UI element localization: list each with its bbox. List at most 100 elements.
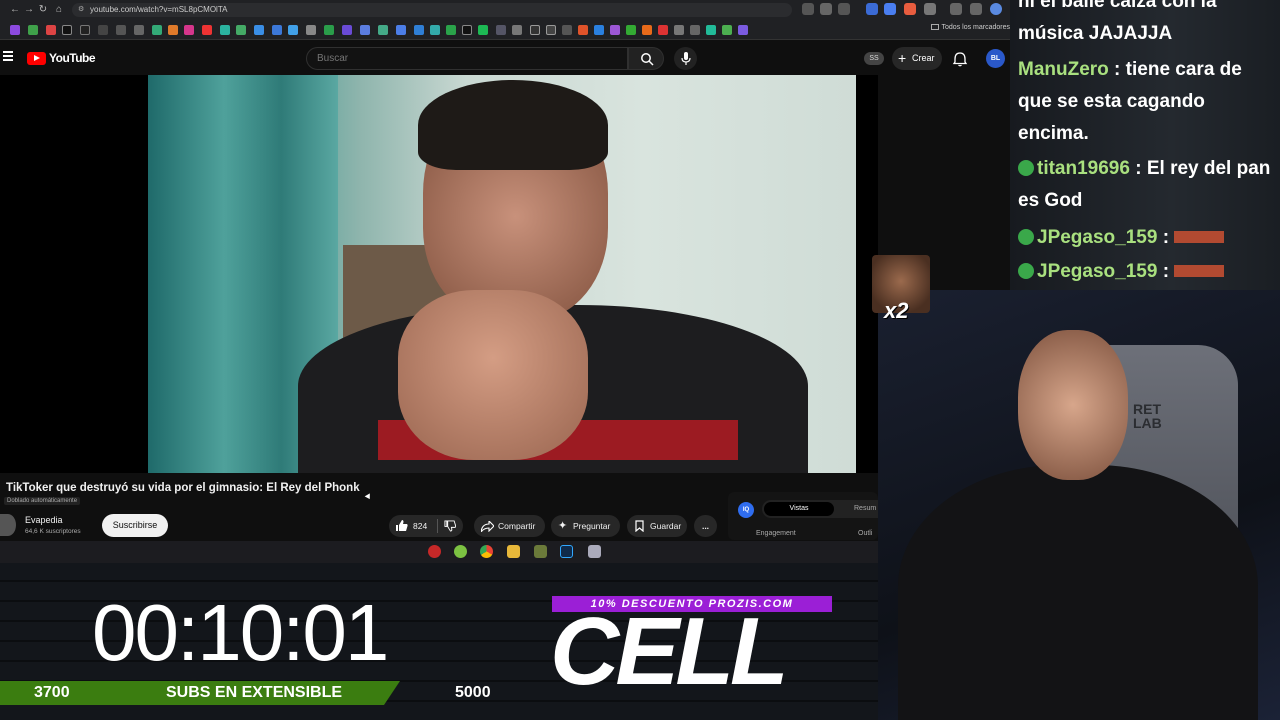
bookmark-icon[interactable]: [462, 25, 472, 35]
goal-label: SUBS EN EXTENSIBLE: [166, 684, 343, 701]
bookmark-icon[interactable]: [706, 25, 716, 35]
video-frame[interactable]: [148, 75, 856, 473]
tab-vistas[interactable]: Vistas: [764, 502, 834, 516]
bookmark-icon[interactable]: [220, 25, 230, 35]
hamburger-menu-icon[interactable]: [3, 51, 13, 61]
bookmark-icon[interactable]: [360, 25, 370, 35]
panel-logo[interactable]: IQ: [738, 502, 754, 518]
more-actions-button[interactable]: ...: [694, 515, 717, 537]
bookmark-icon[interactable]: [658, 25, 668, 35]
bookmark-icon[interactable]: [272, 25, 282, 35]
ask-button[interactable]: ✦ Preguntar: [551, 515, 620, 537]
bookmark-icon[interactable]: [378, 25, 388, 35]
thumbs-down-icon[interactable]: [444, 520, 456, 532]
notifications-bell-icon[interactable]: [952, 51, 968, 67]
user-avatar[interactable]: BL: [986, 49, 1005, 68]
back-icon[interactable]: ←: [8, 3, 22, 17]
app-icon[interactable]: [454, 545, 467, 558]
bookmark-icon[interactable]: [396, 25, 406, 35]
home-icon[interactable]: ⌂: [52, 3, 66, 17]
obs-icon[interactable]: [428, 545, 441, 558]
minecraft-icon[interactable]: [534, 545, 547, 558]
chat-emote: [1174, 265, 1225, 277]
bookmark-icon[interactable]: [134, 25, 144, 35]
share-button[interactable]: Compartir: [474, 515, 545, 537]
bookmark-icon[interactable]: [10, 25, 20, 35]
extension-icon[interactable]: [904, 3, 916, 15]
url-bar[interactable]: ⚙ youtube.com/watch?v=mSL8pCMOlTA: [72, 3, 792, 17]
youtube-logo[interactable]: YouTube: [27, 51, 96, 65]
search-input[interactable]: [306, 47, 628, 70]
extension-icon[interactable]: [884, 3, 896, 15]
bookmark-icon[interactable]: [512, 25, 522, 35]
bookmark-icon[interactable]: [430, 25, 440, 35]
drive-icon[interactable]: [722, 25, 732, 35]
tiktok-icon[interactable]: [80, 25, 90, 35]
subscribe-button[interactable]: Suscribirse: [102, 514, 168, 537]
tab-resumen[interactable]: Resum: [854, 502, 876, 516]
bookmark-icon[interactable]: [738, 25, 748, 35]
bookmark-icon[interactable]: [98, 25, 108, 35]
reload-icon[interactable]: ↻: [36, 3, 50, 17]
bookmark-icon[interactable]: [530, 25, 540, 35]
bookmark-icon[interactable]: [674, 25, 684, 35]
extension-icon[interactable]: [866, 3, 878, 15]
puzzle-icon[interactable]: [924, 3, 936, 15]
file-explorer-icon[interactable]: [507, 545, 520, 558]
bookmark-icon[interactable]: [496, 25, 506, 35]
bookmark-icon[interactable]: [478, 25, 488, 35]
video-player[interactable]: [0, 75, 878, 473]
all-bookmarks-link[interactable]: Todos los marcadores: [930, 24, 1010, 31]
voice-search-button[interactable]: [674, 47, 697, 70]
create-button[interactable]: + Crear: [892, 47, 942, 70]
bookmark-icon[interactable]: [28, 25, 38, 35]
instagram-icon[interactable]: [184, 25, 194, 35]
bookmark-icon[interactable]: [446, 25, 456, 35]
bookmark-icon[interactable]: [626, 25, 636, 35]
bookmark-icon[interactable]: [690, 25, 700, 35]
bookmark-icon[interactable]: [324, 25, 334, 35]
download-icon[interactable]: [950, 3, 962, 15]
site-info-icon[interactable]: ⚙: [78, 3, 84, 17]
zoom-icon[interactable]: [802, 3, 814, 15]
bookmark-icon[interactable]: [414, 25, 424, 35]
channel-name[interactable]: Evapedia: [25, 515, 63, 525]
gmail-icon[interactable]: [46, 25, 56, 35]
bookmark-icon[interactable]: [116, 25, 126, 35]
profile-icon[interactable]: [990, 3, 1002, 15]
save-button[interactable]: Guardar: [627, 515, 687, 537]
app-icon[interactable]: [588, 545, 601, 558]
bookmark-icon[interactable]: [546, 25, 556, 35]
menu-icon[interactable]: [970, 3, 982, 15]
bookmark-icon[interactable]: [562, 25, 572, 35]
engagement-label: Engagement: [756, 530, 796, 537]
photoshop-icon[interactable]: [560, 545, 573, 558]
bookmark-icon[interactable]: [642, 25, 652, 35]
forward-icon[interactable]: →: [22, 3, 36, 17]
taskbar: [0, 541, 878, 563]
bookmark-icon[interactable]: [578, 25, 588, 35]
ask-label: Preguntar: [573, 521, 611, 531]
bookmark-icon[interactable]: [168, 25, 178, 35]
star-icon[interactable]: [838, 3, 850, 15]
bookmark-icon[interactable]: [306, 25, 316, 35]
thumbs-up-icon[interactable]: [395, 519, 408, 532]
bookmark-icon[interactable]: [610, 25, 620, 35]
like-count[interactable]: 824: [413, 515, 427, 537]
ss-badge[interactable]: SS: [864, 52, 884, 65]
chat-badge-icon: [1018, 263, 1034, 279]
bookmark-icon[interactable]: [342, 25, 352, 35]
cast-icon[interactable]: [820, 3, 832, 15]
x-icon[interactable]: [62, 25, 72, 35]
folder-icon: [930, 24, 939, 30]
chat-message: JPegaso_159 :: [1018, 256, 1273, 288]
bookmark-icon[interactable]: [594, 25, 604, 35]
bookmark-icon[interactable]: [202, 25, 212, 35]
search-button[interactable]: [628, 47, 664, 70]
bookmark-icon[interactable]: [152, 25, 162, 35]
chrome-icon[interactable]: [480, 545, 493, 558]
channel-avatar[interactable]: [0, 514, 16, 536]
bookmark-icon[interactable]: [288, 25, 298, 35]
bookmark-icon[interactable]: [236, 25, 246, 35]
bookmark-icon[interactable]: [254, 25, 264, 35]
